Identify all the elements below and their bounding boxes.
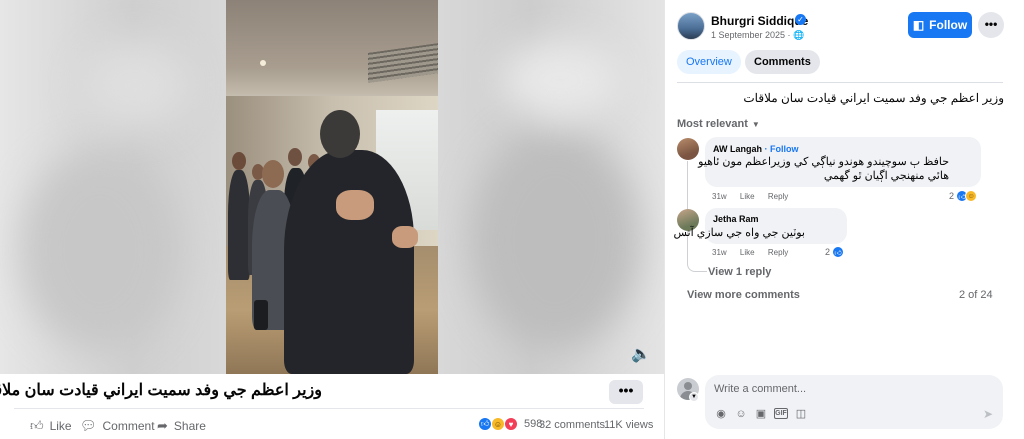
comment-time[interactable]: 31w [712,192,727,201]
comment-pagination: 2 of 24 [959,289,993,301]
reaction-summary[interactable]: 👍︎ ☺ ♥ 598 [478,417,542,431]
post-options-button[interactable]: ••• [609,380,643,404]
blur-shape [470,130,640,350]
haha-reaction-icon: ☺ [965,190,978,202]
blur-shape [80,40,190,130]
send-icon[interactable]: ➤ [981,407,995,421]
chevron-down-icon: ▼ [751,120,760,129]
verified-icon: ✓ [795,14,806,25]
like-reaction-icon: 👍︎ [832,246,845,258]
avatar-sticker-icon[interactable]: ◉ [714,407,728,421]
video-ceiling-light [260,60,266,66]
comment-sort-dropdown[interactable]: Most relevant ▼ [677,118,760,130]
avatar[interactable] [677,138,699,160]
video-player[interactable]: 🔈 [0,0,664,374]
post-side-panel: Bhurgri Siddique ✓ 1 September 2025 · 🌐 … [664,0,1024,439]
divider [677,82,1003,83]
video-frame [226,0,438,374]
video-person-head [232,152,246,170]
divider [14,408,644,409]
video-hand [392,226,418,248]
post-text: وزير اعظم جي وفد سميت ايراني قيادت سان م… [743,91,1004,105]
comment-meta: 31w Like Reply [712,248,799,257]
comment-reactions[interactable]: 2 👍︎ ☺ [949,190,978,202]
share-label: Share [173,419,206,433]
comment-text: هائي منهنجي اڳيان ٿو گهمي [823,170,949,182]
follow-icon: ◧ [912,18,925,32]
comment-text: حافظ ٻ سوچيندو هوندو نياڳي کي وزيراعظم م… [698,156,949,168]
follow-label: Follow [929,18,968,32]
comment-icon: 💬︎ [80,418,97,433]
comment-bubble: Jetha Ram بوٽين جي واه جي سازي آتس [674,208,847,244]
share-icon: ➦ [157,418,168,433]
camera-icon[interactable]: ▣ [754,407,768,421]
like-label: Like [49,419,72,433]
video-person-legs [254,300,268,330]
comment-label: Comment [102,419,155,433]
comment-reply-button[interactable]: Reply [768,248,788,257]
comment-button[interactable]: 💬︎ Comment [80,418,155,434]
blur-shape [500,40,620,120]
post-caption-text: وزير اعظم جي وفد سميت ايراني قيادت سان م… [0,382,322,399]
comment-like-button[interactable]: Like [740,192,755,201]
comment-bubble: AW Langah · Follow حافظ ٻ سوچيندو هوندو … [698,137,981,187]
post-date[interactable]: 1 September 2025 · 🌐 [711,30,804,41]
comment-author-name: AW Langah [713,144,762,154]
video-person-dark-suit [284,150,414,374]
facebook-video-post: 🔈 وزير اعظم جي وفد سميت ايراني قيادت سان… [0,0,1024,439]
like-icon: 👍︎ [30,418,44,433]
gif-icon[interactable]: GIF [774,408,788,419]
author-name[interactable]: Bhurgri Siddique [711,14,808,28]
view-replies-button[interactable]: View 1 reply [708,266,771,278]
video-person [228,170,250,280]
like-reaction-icon: 👍︎ [478,417,492,431]
comment-reaction-count: 2 [825,247,831,257]
video-hand [336,190,374,220]
comment-composer: ◉ ☺ ▣ GIF ◫ ➤ [705,375,1003,429]
comment-author-name: Jetha Ram [713,214,759,224]
comment-count-link[interactable]: 32 comments [539,419,605,431]
video-person-head [288,148,302,166]
video-person-head [262,160,284,188]
comment-author[interactable]: AW Langah · Follow [713,144,799,154]
panel-options-button[interactable]: ••• [978,12,1004,38]
comment-reaction-count: 2 [949,191,955,201]
comment-like-button[interactable]: Like [740,248,755,257]
tab-comments[interactable]: Comments [745,50,820,74]
comment-author[interactable]: Jetha Ram [713,214,759,224]
emoji-icon[interactable]: ☺ [734,407,748,421]
comment-text: بوٽين جي واه جي سازي آتس [673,227,805,239]
like-button[interactable]: 👍︎ Like [30,418,72,434]
chevron-down-icon[interactable]: ▼ [689,392,699,402]
comment-time[interactable]: 31w [712,248,727,257]
post-caption-bar: وزير اعظم جي وفد سميت ايراني قيادت سان م… [0,374,664,410]
comment-input[interactable] [714,381,954,397]
comment-reactions[interactable]: 2 👍︎ [825,246,845,258]
comment-meta: 31w Like Reply [712,192,799,201]
post-action-bar: 👍︎ Like 💬︎ Comment ➦ Share 👍︎ ☺ ♥ 598 32… [0,410,664,439]
share-button[interactable]: ➦ Share [157,418,206,434]
tab-overview[interactable]: Overview [677,50,741,74]
follow-link[interactable]: · Follow [762,144,799,154]
sticker-icon[interactable]: ◫ [794,407,808,421]
sort-label: Most relevant [677,118,748,130]
follow-button[interactable]: ◧ Follow [908,12,972,38]
author-avatar[interactable] [677,12,705,40]
haha-reaction-icon: ☺ [491,417,505,431]
comment-reply-button[interactable]: Reply [768,192,788,201]
view-more-comments-button[interactable]: View more comments [687,289,800,301]
blur-shape [20,150,180,350]
love-reaction-icon: ♥ [504,417,518,431]
view-count: 11K views [604,419,654,431]
speaker-icon[interactable]: 🔈 [630,346,652,364]
avatar-head-shape [684,382,692,390]
video-person-head [320,110,360,158]
